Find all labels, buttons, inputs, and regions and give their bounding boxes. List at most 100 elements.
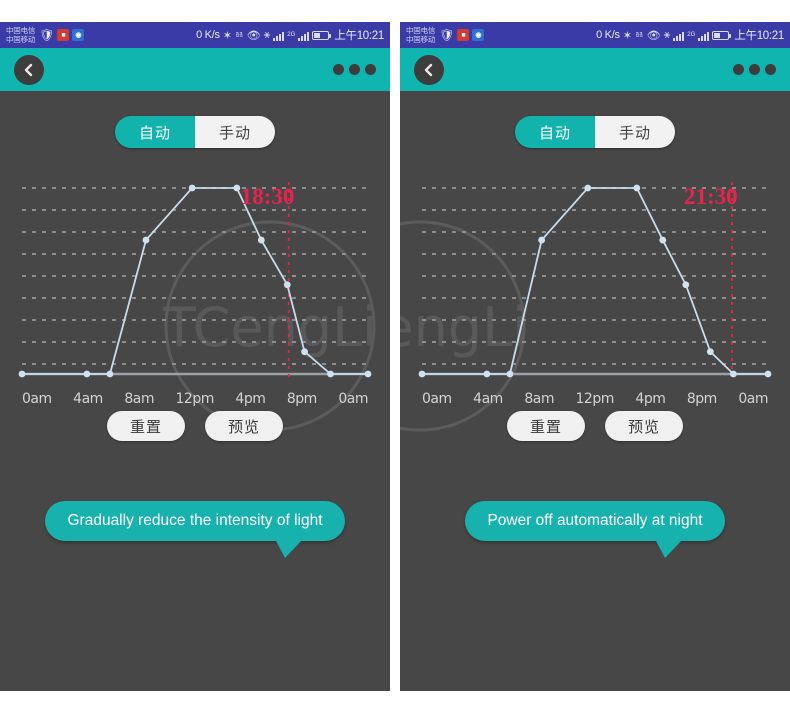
chart-point-5[interactable] bbox=[233, 184, 241, 192]
signal-bars-2-icon bbox=[298, 30, 310, 41]
chart-point-1[interactable] bbox=[483, 370, 491, 378]
clock-label: 上午10:21 bbox=[334, 30, 384, 42]
chevron-left-icon bbox=[24, 63, 33, 76]
chart-point-3[interactable] bbox=[142, 236, 150, 244]
reset-button[interactable]: 重置 bbox=[107, 411, 185, 441]
chart-point-9[interactable] bbox=[730, 370, 737, 378]
clock-label: 上午10:21 bbox=[734, 30, 784, 42]
app-blue-icon: ◉ bbox=[72, 29, 85, 41]
x-tick-0: 0am bbox=[22, 391, 52, 407]
battery-icon bbox=[712, 30, 732, 40]
time-annotation: 21:30 bbox=[684, 184, 738, 209]
chart-point-7[interactable] bbox=[682, 281, 690, 289]
battery-icon bbox=[312, 30, 332, 40]
chart-point-10[interactable] bbox=[764, 370, 772, 378]
status-bar: 中国电信 中国移动 🛡 ■ ◉ 0 K/s ✶ ⎂ 👁 ⚹ 2G 上午10:21 bbox=[0, 22, 390, 48]
signal-bars-1-icon bbox=[273, 30, 285, 41]
brightness-points[interactable] bbox=[18, 184, 372, 378]
preview-button[interactable]: 预览 bbox=[205, 411, 283, 441]
x-axis-labels: 0am 4am 8am 12pm 4pm 8pm 0am bbox=[422, 391, 768, 407]
x-tick-5: 8pm bbox=[686, 391, 717, 407]
signal-bars-2-icon bbox=[698, 30, 710, 41]
chart-point-6[interactable] bbox=[659, 236, 667, 244]
x-tick-3: 12pm bbox=[575, 391, 615, 407]
signal-bars-1-icon bbox=[673, 30, 685, 41]
vibrate-icon: ⎂ bbox=[234, 28, 244, 41]
dot-3-icon bbox=[365, 64, 376, 75]
tab-manual[interactable]: 手动 bbox=[595, 116, 675, 148]
x-tick-4: 4pm bbox=[235, 391, 266, 407]
brightness-curve bbox=[422, 187, 768, 375]
chart-point-2[interactable] bbox=[506, 370, 514, 378]
chart-gridlines bbox=[22, 187, 368, 365]
carrier-line-1: 中国电信 bbox=[406, 26, 436, 35]
wifi-icon: ⚹ bbox=[663, 28, 671, 41]
x-tick-0: 0am bbox=[422, 391, 452, 407]
phone-screen-right: 中国电信 中国移动 🛡 ■ ◉ 0 K/s ✶ ⎂ 👁 ⚹ 2G 上午10:21… bbox=[400, 22, 790, 691]
chart-canvas[interactable]: 21:30 bbox=[414, 174, 776, 389]
mode-toggle: 自动 手动 bbox=[0, 116, 390, 148]
status-right-icons: 0 K/s ✶ ⎂ 👁 ⚹ 2G 上午10:21 bbox=[596, 27, 784, 43]
eye-icon: 👁 bbox=[646, 29, 661, 42]
chart-point-2[interactable] bbox=[106, 370, 114, 378]
back-button[interactable] bbox=[414, 54, 444, 85]
tab-manual[interactable]: 手动 bbox=[195, 116, 275, 148]
chart-point-7[interactable] bbox=[283, 281, 291, 289]
chart-point-0[interactable] bbox=[18, 370, 26, 378]
dot-2-icon bbox=[349, 64, 360, 75]
app-red-icon: ■ bbox=[57, 29, 70, 41]
bluetooth-icon: ✶ bbox=[222, 29, 232, 42]
shield-icon: 🛡 bbox=[439, 28, 455, 42]
schedule-chart-right[interactable]: 21:30 0am 4am 8am 12pm 4pm 8pm 0am bbox=[414, 174, 776, 407]
segmented-control: 自动 手动 bbox=[115, 116, 275, 148]
schedule-chart-left[interactable]: 18:30 0am 4am 8am 12pm 4pm 8pm 0am bbox=[14, 174, 376, 407]
x-tick-3: 12pm bbox=[175, 391, 215, 407]
chart-point-6[interactable] bbox=[257, 236, 265, 244]
tab-auto[interactable]: 自动 bbox=[515, 116, 595, 148]
chart-point-3[interactable] bbox=[538, 236, 546, 244]
segmented-control: 自动 手动 bbox=[515, 116, 675, 148]
tip-bubble-wrap: Power off automatically at night bbox=[400, 501, 790, 558]
chart-point-0[interactable] bbox=[418, 370, 426, 378]
status-right-icons: 0 K/s ✶ ⎂ 👁 ⚹ 2G 上午10:21 bbox=[196, 27, 384, 43]
network-type-label: 2G bbox=[687, 32, 696, 38]
panel-content-left: TCengLi 自动 手动 18:30 0am 4am 8am 12pm 4pm… bbox=[0, 116, 390, 691]
preview-button[interactable]: 预览 bbox=[605, 411, 683, 441]
dot-1-icon bbox=[733, 64, 744, 75]
brightness-curve bbox=[22, 187, 368, 375]
wifi-icon: ⚹ bbox=[263, 28, 271, 41]
x-tick-1: 4am bbox=[473, 391, 503, 407]
vibrate-icon: ⎂ bbox=[634, 28, 644, 41]
status-left-icons: 🛡 ■ ◉ bbox=[39, 29, 85, 41]
chart-gridlines bbox=[422, 187, 768, 365]
chart-canvas[interactable]: 18:30 bbox=[14, 174, 376, 389]
dot-3-icon bbox=[765, 64, 776, 75]
app-toolbar bbox=[400, 48, 790, 91]
chart-point-4[interactable] bbox=[188, 184, 196, 192]
carrier-line-2: 中国移动 bbox=[406, 35, 436, 44]
brightness-points[interactable] bbox=[418, 184, 772, 378]
chart-point-8[interactable] bbox=[301, 348, 308, 356]
reset-button[interactable]: 重置 bbox=[507, 411, 585, 441]
tab-auto[interactable]: 自动 bbox=[115, 116, 195, 148]
carrier-label: 中国电信 中国移动 bbox=[406, 26, 435, 44]
overflow-menu-button[interactable] bbox=[333, 64, 376, 75]
bluetooth-icon: ✶ bbox=[622, 29, 632, 42]
panel-pair: 中国电信 中国移动 🛡 ■ ◉ 0 K/s ✶ ⎂ 👁 ⚹ 2G 上午10:21… bbox=[0, 22, 790, 713]
overflow-menu-button[interactable] bbox=[733, 64, 776, 75]
action-buttons: 重置 预览 bbox=[400, 411, 790, 441]
chart-point-1[interactable] bbox=[83, 370, 91, 378]
chart-point-9[interactable] bbox=[327, 370, 334, 378]
tip-bubble-wrap: Gradually reduce the intensity of light bbox=[0, 501, 390, 558]
x-tick-4: 4pm bbox=[635, 391, 666, 407]
app-blue-icon: ◉ bbox=[472, 29, 485, 41]
back-button[interactable] bbox=[14, 54, 44, 85]
chart-point-10[interactable] bbox=[364, 370, 372, 378]
network-speed: 0 K/s bbox=[596, 29, 620, 41]
dot-1-icon bbox=[333, 64, 344, 75]
chart-point-5[interactable] bbox=[633, 184, 641, 192]
chart-point-8[interactable] bbox=[706, 348, 714, 356]
screenshot-root: 中国电信 中国移动 🛡 ■ ◉ 0 K/s ✶ ⎂ 👁 ⚹ 2G 上午10:21… bbox=[0, 0, 790, 713]
chart-point-4[interactable] bbox=[584, 184, 592, 192]
carrier-line-1: 中国电信 bbox=[6, 26, 36, 35]
